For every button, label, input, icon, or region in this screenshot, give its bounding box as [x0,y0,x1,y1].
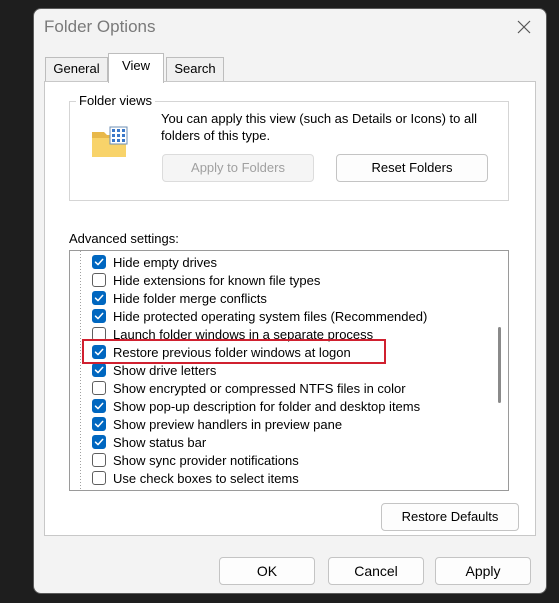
checkbox-unchecked[interactable] [92,471,106,485]
scrollbar-thumb[interactable] [498,327,501,403]
check-icon [94,366,104,374]
reset-folders-button[interactable]: Reset Folders [336,154,488,182]
advanced-settings-list[interactable]: Hide empty drives Hide extensions for kno… [69,250,509,491]
list-item-label: Hide folder merge conflicts [113,290,267,306]
checkbox-checked[interactable] [92,291,106,305]
checkbox-checked[interactable] [92,345,106,359]
list-item-label: Show encrypted or compressed NTFS files … [113,380,406,396]
list-item[interactable]: Show encrypted or compressed NTFS files … [92,379,406,397]
apply-button[interactable]: Apply [435,557,531,585]
list-item[interactable]: Hide empty drives [92,253,217,271]
list-item-label: Show preview handlers in preview pane [113,416,343,432]
list-item[interactable]: Show drive letters [92,361,216,379]
list-item[interactable]: Show preview handlers in preview pane [92,415,342,433]
list-item[interactable]: Use check boxes to select items [92,469,299,487]
list-item[interactable]: Show status bar [92,433,206,451]
checkbox-unchecked[interactable] [92,381,106,395]
checkbox-unchecked[interactable] [92,453,106,467]
checkbox-unchecked[interactable] [92,327,106,341]
checkbox-unchecked[interactable] [92,273,106,287]
list-item-label: Use check boxes to select items [113,470,299,486]
view-tab-panel: Folder views You can apply this view (su… [44,81,536,536]
checkbox-checked[interactable] [92,309,106,323]
check-icon [94,312,104,320]
list-item-label: Hide protected operating system files (R… [113,308,428,324]
tree-connector-line [80,251,81,490]
list-item-label: Restore previous folder windows at logon [113,344,351,360]
advanced-settings-label: Advanced settings: [69,231,179,246]
list-item-label: Show drive letters [113,362,217,378]
check-icon [94,294,104,302]
list-item-label: Show status bar [113,434,207,450]
list-item[interactable]: Hide extensions for known file types [92,271,320,289]
list-scrollbar[interactable] [491,251,508,490]
list-item[interactable]: Restore previous folder windows at logon [92,343,351,361]
checkbox-checked[interactable] [92,435,106,449]
list-item-label: Hide extensions for known file types [113,272,321,288]
folder-views-legend: Folder views [76,93,155,108]
list-item-label: Hide empty drives [113,254,218,270]
window-title: Folder Options [44,17,156,36]
tab-view[interactable]: View [108,53,164,83]
tab-general[interactable]: General [45,57,108,81]
check-icon [94,438,104,446]
ok-button[interactable]: OK [219,557,315,585]
close-button[interactable] [510,13,538,41]
check-icon [94,258,104,266]
close-icon [517,20,531,34]
tab-search[interactable]: Search [166,57,224,81]
check-icon [94,348,104,356]
checkbox-checked[interactable] [92,363,106,377]
apply-to-folders-button[interactable]: Apply to Folders [162,154,314,182]
list-item[interactable]: Show pop-up description for folder and d… [92,397,420,415]
list-item-label: Show sync provider notifications [113,452,299,468]
list-item-label: Launch folder windows in a separate proc… [113,326,374,342]
folder-views-description: You can apply this view (such as Details… [161,111,478,143]
checkbox-checked[interactable] [92,255,106,269]
checkbox-checked[interactable] [92,417,106,431]
check-icon [94,402,104,410]
list-item[interactable]: Hide protected operating system files (R… [92,307,427,325]
cancel-button[interactable]: Cancel [328,557,424,585]
title-bar: Folder Options [34,9,546,45]
list-item[interactable]: Show sync provider notifications [92,451,299,469]
folder-views-group: Folder views You can apply this view (su… [69,93,509,201]
list-item[interactable]: Hide folder merge conflicts [92,289,267,307]
check-icon [94,420,104,428]
list-item-label: Show pop-up description for folder and d… [113,398,421,414]
restore-defaults-button[interactable]: Restore Defaults [381,503,519,531]
checkbox-checked[interactable] [92,399,106,413]
folder-options-dialog: Folder Options General View Search Folde… [33,8,547,594]
list-item[interactable]: Launch folder windows in a separate proc… [92,325,373,343]
folder-icon [92,126,128,157]
